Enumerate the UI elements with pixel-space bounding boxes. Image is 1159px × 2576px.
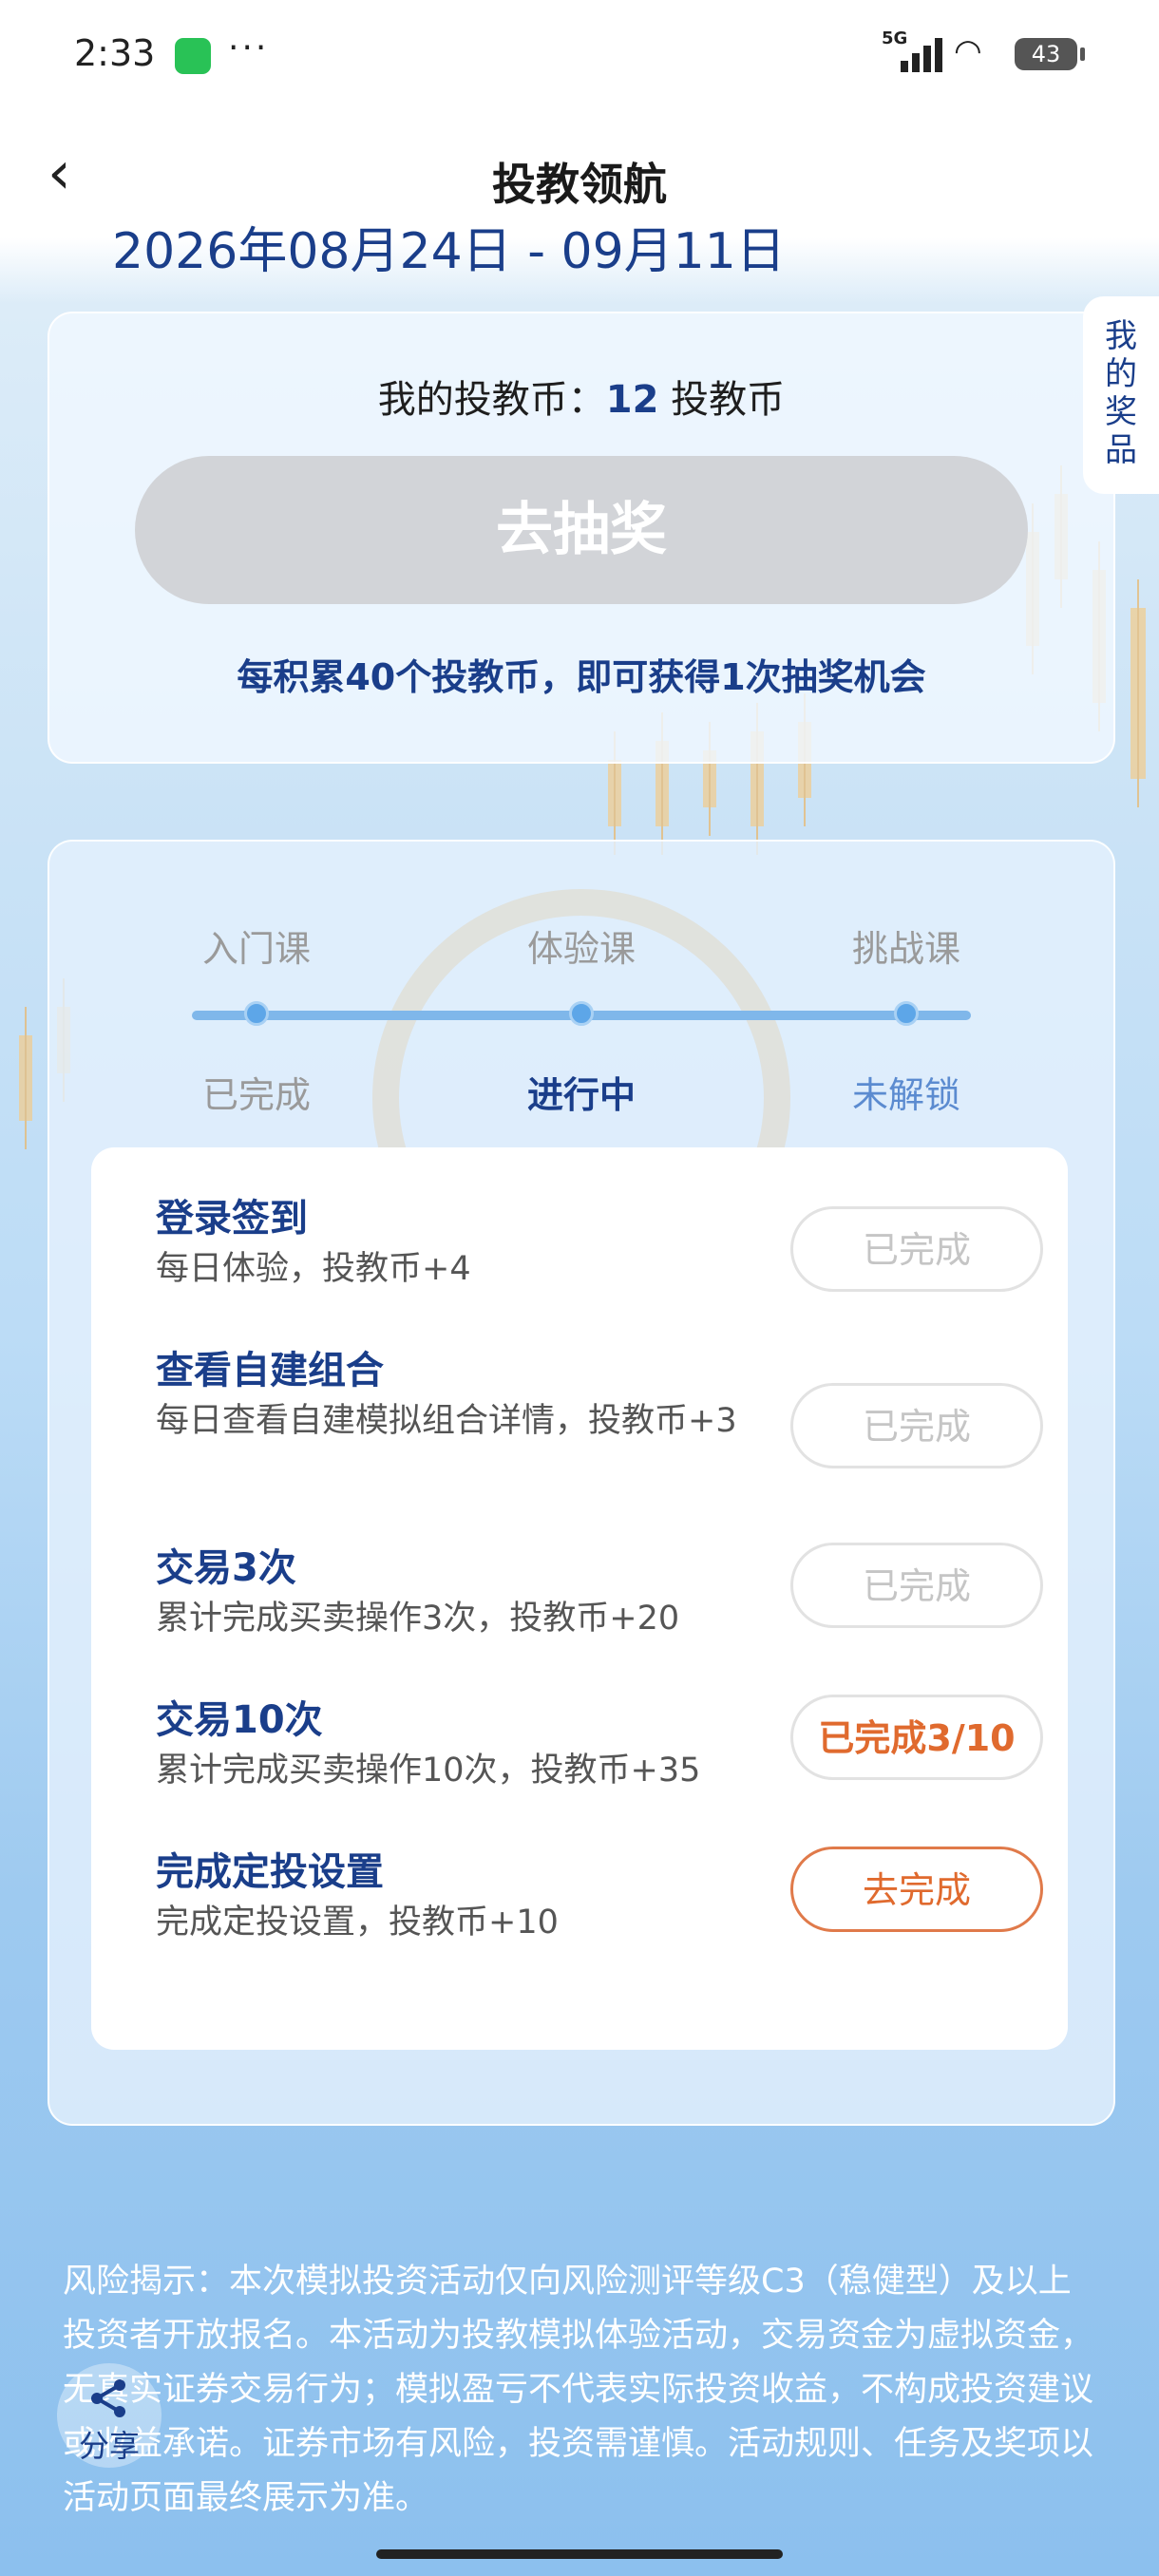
- course-status-intro: 已完成: [201, 1074, 311, 1116]
- my-prizes-tab[interactable]: 我的奖品: [1083, 296, 1159, 494]
- coin-amount: 12: [605, 378, 659, 422]
- course-status-challenge: 未解锁: [851, 1074, 960, 1116]
- task-desc: 每日查看自建模拟组合详情，投教币+3: [156, 1402, 737, 1440]
- share-button[interactable]: 分享: [57, 2363, 162, 2468]
- task-progress-button[interactable]: 已完成3/10: [790, 1695, 1043, 1780]
- coin-tip: 每积累40个投教币，即可获得1次抽奖机会: [237, 656, 926, 698]
- course-dot-intro: [244, 1001, 269, 1026]
- task-done-button[interactable]: 已完成: [790, 1543, 1043, 1628]
- coin-balance: 我的投教币：12 投教币: [49, 369, 1113, 424]
- risk-disclosure: 风险揭示：本次模拟投资活动仅向风险测评等级C3（稳健型）及以上投资者开放报名。本…: [63, 2263, 1094, 2517]
- activity-date-range: 2026年08月24日 - 09月11日: [112, 223, 786, 280]
- my-prizes-label: 我的奖品: [1105, 317, 1137, 469]
- share-label: 分享: [78, 2428, 140, 2464]
- task-desc: 累计完成买卖操作10次，投教币+35: [156, 1752, 701, 1790]
- coin-card: 我的投教币：12 投教币 去抽奖 每积累40个投教币，即可获得1次抽奖机会: [48, 312, 1115, 764]
- task-item: 交易10次 累计完成买卖操作10次，投教币+35 已完成3/10: [156, 1695, 1043, 1793]
- coin-label: 我的投教币：: [377, 378, 606, 422]
- go-complete-button[interactable]: 去完成: [790, 1847, 1043, 1932]
- page-title: 投教领航: [492, 159, 667, 210]
- course-name-intro[interactable]: 入门课: [162, 919, 352, 972]
- task-list: 登录签到 每日体验，投教币+4 已完成 查看自建组合 每日查看自建模拟组合详情，…: [91, 1147, 1068, 2050]
- course-dot-challenge: [894, 1001, 919, 1026]
- task-item: 完成定投设置 完成定投设置，投教币+10 去完成: [156, 1847, 1043, 1945]
- battery-icon: 43: [1015, 38, 1085, 70]
- home-indicator[interactable]: [376, 2549, 783, 2559]
- wifi-icon: ◠: [954, 32, 982, 70]
- course-name-challenge[interactable]: 挑战课: [811, 919, 1001, 972]
- course-dot-experience: [569, 1001, 594, 1026]
- task-done-button[interactable]: 已完成: [790, 1206, 1043, 1292]
- task-item: 查看自建组合 每日查看自建模拟组合详情，投教币+3 已完成: [156, 1347, 1043, 1468]
- signal-icon: [901, 36, 944, 72]
- status-bar: 2:33 ··· 5G ◠ 43: [0, 0, 1159, 110]
- share-icon: [91, 2379, 125, 2417]
- draw-lottery-button[interactable]: 去抽奖: [135, 456, 1028, 604]
- more-notifications-icon: ···: [228, 28, 270, 67]
- course-name-experience[interactable]: 体验课: [486, 919, 676, 972]
- course-status-experience: 进行中: [526, 1074, 636, 1116]
- task-item: 登录签到 每日体验，投教币+4 已完成: [156, 1195, 1043, 1292]
- wechat-icon: [175, 38, 211, 74]
- task-done-button[interactable]: 已完成: [790, 1383, 1043, 1468]
- coin-unit: 投教币: [658, 378, 786, 422]
- task-desc: 每日体验，投教币+4: [156, 1250, 471, 1288]
- status-time: 2:33: [74, 32, 156, 74]
- task-desc: 累计完成买卖操作3次，投教币+20: [156, 1600, 680, 1638]
- task-desc: 完成定投设置，投教币+10: [156, 1904, 559, 1941]
- task-item: 交易3次 累计完成买卖操作3次，投教币+20 已完成: [156, 1543, 1043, 1641]
